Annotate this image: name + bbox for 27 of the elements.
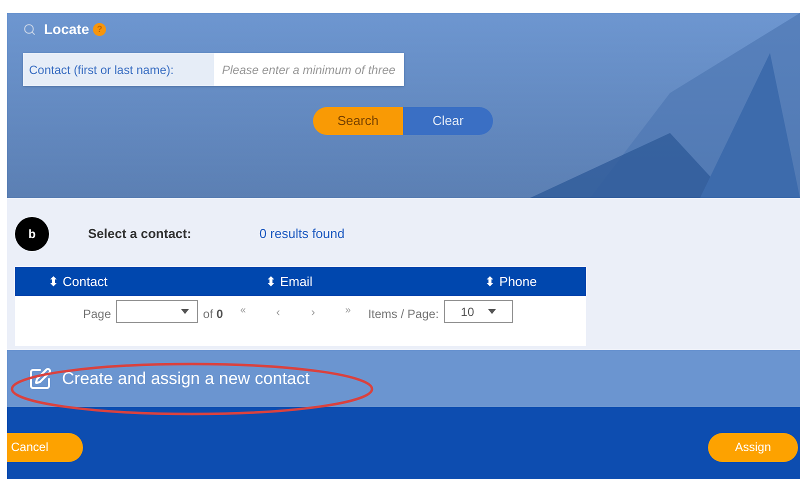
cancel-button[interactable]: Cancel: [7, 432, 83, 462]
pager-button[interactable]: »: [333, 303, 364, 318]
assign-button[interactable]: Assign: [708, 432, 798, 462]
select-label: Select a contact:: [88, 225, 192, 244]
help-icon[interactable]: ?: [93, 23, 106, 36]
field-label: Contact (first or last name):: [23, 53, 214, 86]
search-icon: [23, 23, 36, 36]
clear-button[interactable]: Clear: [403, 107, 493, 135]
results-count: 0 results found: [259, 225, 345, 244]
caret-icon: [181, 309, 190, 314]
locate-title: Locate: [44, 20, 90, 39]
items-per-page-label: Items / Page:: [368, 306, 439, 323]
caret-icon: [488, 309, 496, 314]
page-label: Page: [83, 306, 112, 323]
column-header[interactable]: ⬍ Phone: [484, 272, 586, 292]
edit-icon: [28, 366, 52, 390]
pager-button[interactable]: ›: [298, 303, 328, 321]
pager-button[interactable]: «: [228, 303, 258, 318]
column-header[interactable]: ⬍ Contact: [48, 272, 206, 292]
pager-button[interactable]: ‹: [263, 303, 294, 321]
page-total: of 0: [203, 306, 224, 323]
items-per-page-select[interactable]: 10: [444, 300, 513, 323]
page-select[interactable]: [116, 300, 198, 323]
contact-input[interactable]: Please enter a minimum of three: [214, 53, 404, 86]
step-badge: b: [15, 217, 49, 251]
column-header[interactable]: ⬍ Email: [265, 272, 396, 292]
search-button[interactable]: Search: [313, 107, 403, 135]
